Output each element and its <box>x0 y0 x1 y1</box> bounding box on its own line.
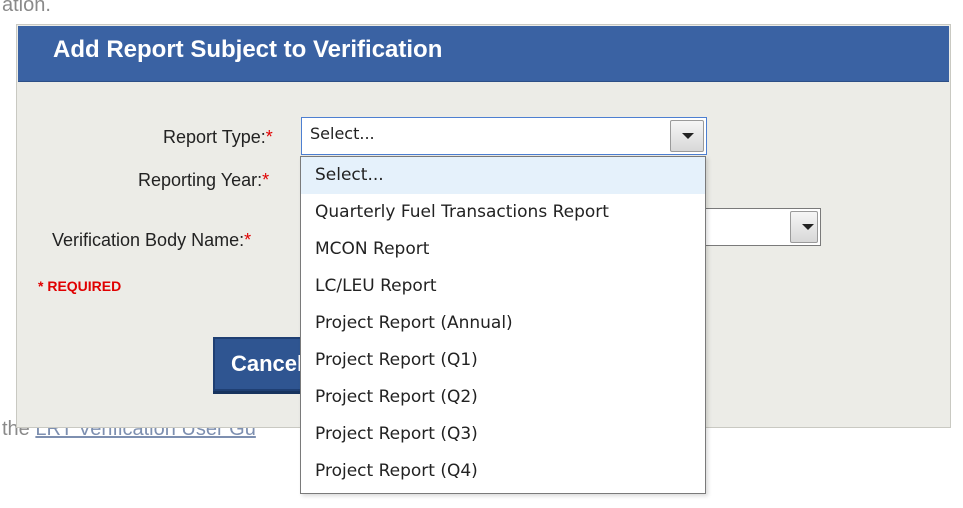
dropdown-option[interactable]: Project Report (Q2) <box>301 379 705 416</box>
report-type-required-star: * <box>265 127 273 147</box>
report-type-dropdown-list: Select... Quarterly Fuel Transactions Rep… <box>300 156 706 494</box>
chevron-down-icon[interactable] <box>670 120 704 152</box>
modal-header: Add Report Subject to Verification <box>18 26 949 82</box>
report-type-selected-value: Select... <box>310 124 375 143</box>
report-type-label: Report Type:* <box>163 127 273 148</box>
dropdown-option[interactable]: Quarterly Fuel Transactions Report <box>301 194 705 231</box>
report-type-select[interactable]: Select... <box>301 117 707 155</box>
verification-body-required-star: * <box>244 230 252 250</box>
dropdown-option[interactable]: MCON Report <box>301 231 705 268</box>
reporting-year-label-text: Reporting Year: <box>138 170 263 190</box>
dropdown-option[interactable]: Select... <box>301 157 705 194</box>
required-note: * REQUIRED <box>38 278 122 294</box>
reporting-year-required-star: * <box>262 170 270 190</box>
verification-body-label-text: Verification Body Name: <box>52 230 245 250</box>
chevron-down-icon[interactable] <box>790 211 818 243</box>
report-type-label-text: Report Type: <box>163 127 266 147</box>
dropdown-option[interactable]: Project Report (Annual) <box>301 305 705 342</box>
modal-title: Add Report Subject to Verification <box>53 36 443 63</box>
dropdown-option[interactable]: Project Report (Q4) <box>301 453 705 490</box>
background-text-fragment: ation. <box>2 0 51 16</box>
dropdown-option[interactable]: Project Report (Q1) <box>301 342 705 379</box>
reporting-year-label: Reporting Year:* <box>138 170 269 191</box>
dropdown-option[interactable]: Project Report (Q3) <box>301 416 705 453</box>
verification-body-label: Verification Body Name:* <box>52 230 251 251</box>
dropdown-option[interactable]: LC/LEU Report <box>301 268 705 305</box>
